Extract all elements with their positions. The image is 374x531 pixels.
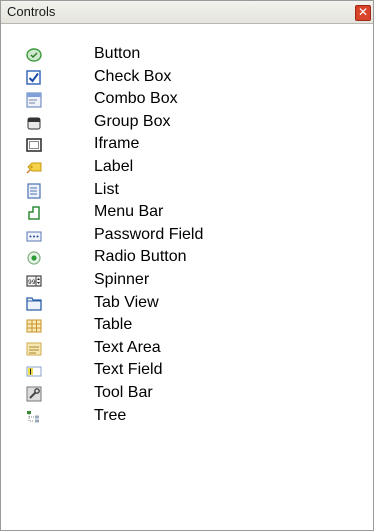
label-icon [25, 159, 43, 177]
list-icon [25, 182, 43, 200]
list-item-label: Tool Bar [94, 383, 153, 401]
list-item-spinner[interactable]: 99 Spinner [1, 270, 373, 293]
tool-bar-icon [25, 385, 43, 403]
combo-box-icon [25, 91, 43, 109]
panel-titlebar: Controls ✕ [1, 1, 373, 24]
list-item-text-area[interactable]: Text Area [1, 338, 373, 361]
list-item-label: Iframe [94, 135, 140, 153]
list-item-tab-view[interactable]: Tab View [1, 293, 373, 316]
list-item-label: List [94, 180, 119, 198]
list-item-text-field[interactable]: Text Field [1, 360, 373, 383]
list-item-label: Tree [94, 406, 127, 424]
menu-bar-icon [25, 204, 43, 222]
list-item-tool-bar[interactable]: Tool Bar [1, 383, 373, 406]
check-box-icon [25, 69, 43, 87]
list-item-label: Button [94, 45, 141, 62]
list-item-label: Table [94, 316, 133, 334]
button-icon [25, 46, 43, 64]
list-item-label: Text Area [94, 338, 161, 356]
list-item-tree[interactable]: Tree [1, 406, 373, 429]
list-item-label: Spinner [94, 270, 150, 288]
list-item-label: Text Field [94, 361, 163, 379]
svg-text:99: 99 [28, 279, 36, 286]
close-icon: ✕ [357, 5, 369, 19]
panel-title: Controls [7, 4, 56, 19]
list-item-radio-button[interactable]: Radio Button [1, 247, 373, 270]
list-item-list[interactable]: List [1, 180, 373, 203]
tab-view-icon [25, 295, 43, 313]
tree-icon [25, 408, 43, 426]
table-icon [25, 317, 43, 335]
list-item-label: Tab View [94, 293, 159, 311]
text-area-icon [25, 340, 43, 358]
list-item-label: Check Box [94, 67, 172, 85]
list-item-check-box[interactable]: Check Box [1, 67, 373, 90]
list-item-button[interactable]: Button [1, 44, 373, 67]
close-button[interactable]: ✕ [355, 5, 371, 21]
list-item-label: Group Box [94, 112, 171, 130]
list-item-label: Label [94, 157, 134, 175]
list-item-label: Menu Bar [94, 203, 164, 221]
list-item-password-field[interactable]: Password Field [1, 225, 373, 248]
list-item-label[interactable]: Label [1, 157, 373, 180]
list-item-menu-bar[interactable]: Menu Bar [1, 202, 373, 225]
list-item-combo-box[interactable]: Combo Box [1, 89, 373, 112]
iframe-icon [25, 136, 43, 154]
list-item-table[interactable]: Table [1, 315, 373, 338]
list-item-iframe[interactable]: Iframe [1, 134, 373, 157]
text-field-icon [25, 362, 43, 380]
password-field-icon [25, 227, 43, 245]
radio-button-icon [25, 249, 43, 267]
list-item-group-box[interactable]: Group Box [1, 112, 373, 135]
list-item-label: Combo Box [94, 90, 178, 108]
controls-list: Button Check Box Combo Box Group Box Ifr… [1, 44, 373, 428]
list-item-label: Radio Button [94, 248, 187, 266]
spinner-icon: 99 [25, 272, 43, 290]
controls-panel: Controls ✕ Button Check Box Combo Box Gr… [0, 0, 374, 531]
list-item-label: Password Field [94, 225, 204, 243]
group-box-icon [25, 114, 43, 132]
